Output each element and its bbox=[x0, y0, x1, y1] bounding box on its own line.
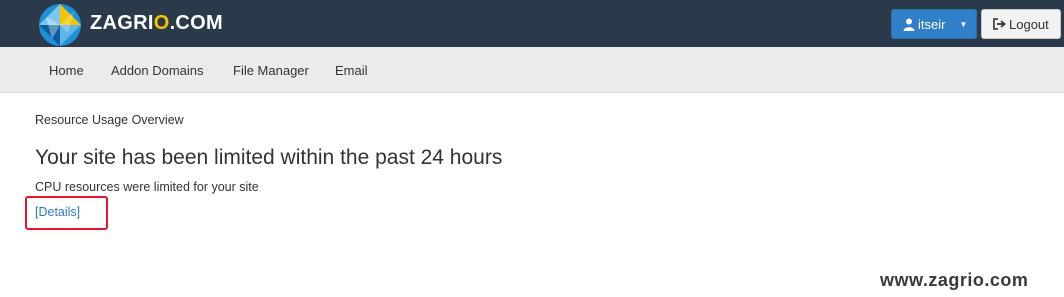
username-label: itseir bbox=[918, 16, 946, 32]
logout-label: Logout bbox=[1009, 16, 1049, 32]
brand-accent: O bbox=[153, 12, 170, 34]
top-header: ZAGRIO.COM itseir ▼ Logout bbox=[0, 0, 1064, 47]
logout-icon bbox=[993, 18, 1006, 30]
logout-button[interactable]: Logout bbox=[981, 9, 1061, 39]
nav-item-file-manager[interactable]: File Manager bbox=[233, 63, 309, 78]
main-navigation: Home Addon Domains File Manager Email bbox=[0, 47, 1064, 93]
nav-item-email[interactable]: Email bbox=[335, 63, 368, 78]
user-menu-button[interactable]: itseir ▼ bbox=[891, 9, 977, 39]
brand-suffix: .COM bbox=[169, 12, 223, 34]
brand-name[interactable]: ZAGRIO.COM bbox=[90, 12, 223, 35]
chevron-down-icon: ▼ bbox=[959, 19, 968, 29]
highlight-annotation bbox=[25, 196, 108, 230]
brand-prefix: ZAGRI bbox=[90, 12, 154, 34]
user-icon bbox=[903, 18, 915, 31]
watermark: www.zagrio.com bbox=[880, 270, 1029, 290]
breadcrumb: Resource Usage Overview bbox=[35, 113, 184, 127]
zagrio-logo-icon[interactable] bbox=[38, 3, 82, 47]
page-title: Your site has been limited within the pa… bbox=[35, 146, 503, 169]
nav-item-home[interactable]: Home bbox=[49, 63, 84, 78]
nav-item-addon-domains[interactable]: Addon Domains bbox=[111, 63, 204, 78]
limit-description: CPU resources were limited for your site bbox=[35, 180, 259, 194]
